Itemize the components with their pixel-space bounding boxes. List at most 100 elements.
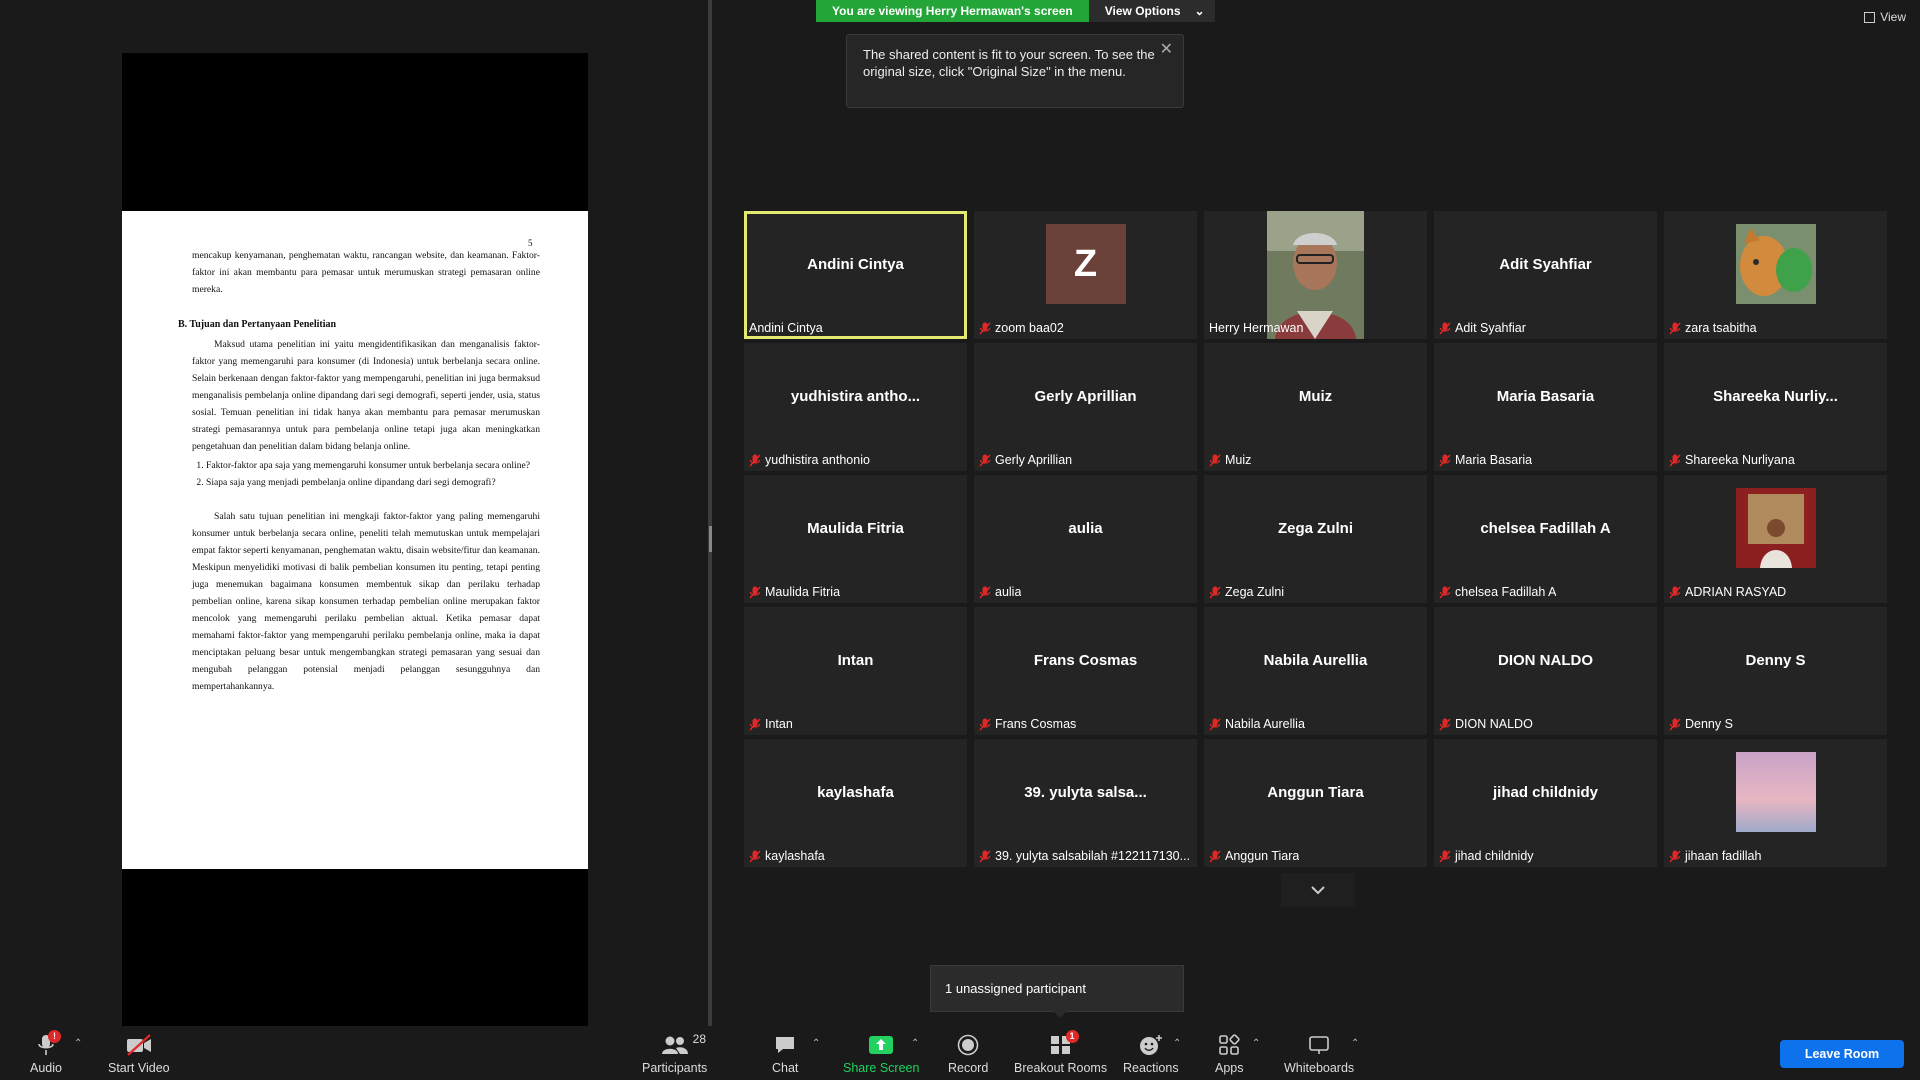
muted-microphone-icon: [1209, 586, 1221, 598]
participant-profile-photo: [1735, 488, 1816, 568]
participant-tile[interactable]: Muiz Muiz: [1204, 343, 1427, 471]
doc-question: Faktor-faktor apa saja yang memengaruhi …: [206, 457, 540, 474]
participant-name-label: Gerly Aprillian: [979, 453, 1072, 467]
close-icon[interactable]: ✕: [1160, 41, 1173, 58]
whiteboards-button[interactable]: Whiteboards: [1284, 1032, 1354, 1075]
muted-microphone-icon: [1209, 718, 1221, 730]
muted-microphone-icon: [1439, 850, 1451, 862]
participant-name-label: Maria Basaria: [1439, 453, 1532, 467]
participant-name: zoom baa02: [995, 321, 1064, 335]
muted-microphone-icon: [749, 454, 761, 466]
breakout-rooms-button[interactable]: 1 Breakout Rooms: [1014, 1030, 1108, 1075]
chevron-down-icon: ⌄: [1194, 4, 1205, 18]
participant-name: jihad childnidy: [1455, 849, 1534, 863]
participant-display-name: Intan: [837, 651, 874, 669]
participant-tile[interactable]: Anggun Tiara Anggun Tiara: [1204, 739, 1427, 867]
participant-name: Gerly Aprillian: [995, 453, 1073, 467]
participants-icon: [661, 1036, 688, 1054]
reactions-options-caret[interactable]: ⌃: [1173, 1038, 1181, 1049]
participant-name: Shareeka Nurliyana: [1685, 453, 1795, 467]
muted-microphone-icon: [1439, 586, 1451, 598]
next-page-button[interactable]: [1281, 873, 1355, 907]
participant-profile-photo: [1735, 752, 1816, 832]
video-off-icon: [126, 1034, 151, 1056]
doc-question-list: Faktor-faktor apa saja yang memengaruhi …: [192, 457, 540, 491]
participant-tile[interactable]: Gerly Aprillian Gerly Aprillian: [974, 343, 1197, 471]
audio-button[interactable]: ! Audio: [30, 1030, 62, 1075]
chat-options-caret[interactable]: ⌃: [812, 1038, 820, 1049]
participant-tile[interactable]: yudhistira antho... yudhistira anthonio: [744, 343, 967, 471]
participant-tile[interactable]: Z zoom baa02: [974, 211, 1197, 339]
participant-name-label: Muiz: [1209, 453, 1251, 467]
muted-microphone-icon: [1669, 586, 1681, 598]
participant-tile[interactable]: DION NALDO DION NALDO: [1434, 607, 1657, 735]
apps-icon: [1219, 1034, 1240, 1055]
participant-tile[interactable]: Maulida Fitria Maulida Fitria: [744, 475, 967, 603]
leave-room-button[interactable]: Leave Room: [1780, 1040, 1904, 1068]
apps-options-caret[interactable]: ⌃: [1252, 1038, 1260, 1049]
participant-tile[interactable]: aulia aulia: [974, 475, 1197, 603]
share-options-caret[interactable]: ⌃: [911, 1038, 919, 1049]
audio-options-caret[interactable]: ⌃: [74, 1038, 82, 1049]
whiteboards-options-caret[interactable]: ⌃: [1351, 1038, 1359, 1049]
participant-name-label: Zega Zulni: [1209, 585, 1284, 599]
participant-display-name: Maria Basaria: [1496, 387, 1595, 405]
participant-tile[interactable]: Adit Syahfiar Adit Syahfiar: [1434, 211, 1657, 339]
participant-tile[interactable]: Nabila Aurellia Nabila Aurellia: [1204, 607, 1427, 735]
participant-tile[interactable]: jihad childnidy jihad childnidy: [1434, 739, 1657, 867]
participant-tile[interactable]: kaylashafa kaylashafa: [744, 739, 967, 867]
participant-display-name: Gerly Aprillian: [1034, 387, 1137, 405]
participant-tile[interactable]: Zega Zulni Zega Zulni: [1204, 475, 1427, 603]
participant-display-name: yudhistira antho...: [790, 387, 921, 405]
share-screen-button[interactable]: Share Screen: [843, 1032, 919, 1075]
participant-name: Adit Syahfiar: [1455, 321, 1526, 335]
participant-name: Zega Zulni: [1225, 585, 1285, 599]
split-divider-handle[interactable]: [709, 526, 712, 552]
participant-name-label: Denny S: [1669, 717, 1733, 731]
participant-name: jihaan fadillah: [1685, 849, 1762, 863]
chat-icon: [776, 1037, 795, 1053]
participant-name: Nabila Aurellia: [1225, 717, 1305, 731]
start-video-button[interactable]: Start Video: [108, 1032, 170, 1075]
participant-tile[interactable]: Maria Basaria Maria Basaria: [1434, 343, 1657, 471]
unassigned-participant-notice[interactable]: 1 unassigned participant: [930, 965, 1184, 1018]
view-options-button[interactable]: View Options ⌄: [1088, 0, 1215, 22]
participant-tile[interactable]: zara tsabitha: [1664, 211, 1887, 339]
split-divider[interactable]: [708, 0, 712, 1026]
participant-tile[interactable]: Denny S Denny S: [1664, 607, 1887, 735]
participant-display-name: Denny S: [1745, 651, 1806, 669]
muted-microphone-icon: [1669, 322, 1681, 334]
participant-tile[interactable]: Frans Cosmas Frans Cosmas: [974, 607, 1197, 735]
participant-tile[interactable]: Intan Intan: [744, 607, 967, 735]
participant-name: Denny S: [1685, 717, 1733, 731]
participant-tile[interactable]: ADRIAN RASYAD: [1664, 475, 1887, 603]
participant-display-name: Anggun Tiara: [1267, 783, 1364, 801]
breakout-rooms-label: Breakout Rooms: [1014, 1061, 1108, 1075]
participant-name: zara tsabitha: [1685, 321, 1757, 335]
muted-microphone-icon: [1439, 718, 1451, 730]
participant-name: DION NALDO: [1455, 717, 1533, 731]
participants-button[interactable]: 28 Participants: [642, 1032, 707, 1075]
participant-name-label: Frans Cosmas: [979, 717, 1076, 731]
participant-tile[interactable]: Herry Hermawan: [1204, 211, 1427, 339]
whiteboard-icon: [1309, 1036, 1329, 1054]
doc-question: Siapa saja yang menjadi pembelanja onlin…: [206, 474, 540, 491]
shared-document-page: 5 mencakup kenyamanan, penghematan waktu…: [122, 211, 588, 869]
doc-heading: B. Tujuan dan Pertanyaan Penelitian: [178, 319, 337, 330]
doc-paragraph: Salah satu tujuan penelitian ini mengkaj…: [192, 511, 540, 692]
participant-tile[interactable]: chelsea Fadillah A chelsea Fadillah A: [1434, 475, 1657, 603]
participant-video: [1267, 211, 1364, 339]
apps-button[interactable]: Apps: [1215, 1032, 1244, 1075]
participant-tile[interactable]: Andini Cintya Andini Cintya: [744, 211, 967, 339]
participant-tile[interactable]: jihaan fadillah: [1664, 739, 1887, 867]
participants-count: 28: [692, 1032, 707, 1046]
view-options-label: View Options: [1104, 4, 1181, 18]
participants-label: Participants: [642, 1061, 708, 1075]
participant-tile[interactable]: Shareeka Nurliy... Shareeka Nurliyana: [1664, 343, 1887, 471]
reactions-button[interactable]: Reactions: [1123, 1032, 1179, 1075]
view-layout-button[interactable]: View: [1864, 10, 1906, 24]
participant-tile[interactable]: 39. yulyta salsa... 39. yulyta salsabila…: [974, 739, 1197, 867]
chat-button[interactable]: Chat: [772, 1032, 798, 1075]
record-button[interactable]: Record: [948, 1032, 988, 1075]
muted-microphone-icon: [749, 850, 761, 862]
